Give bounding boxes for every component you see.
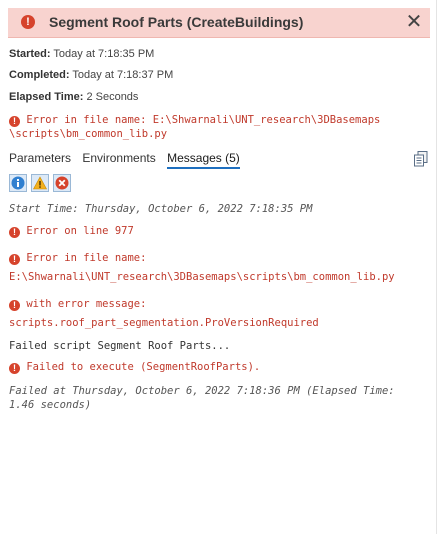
message-failed-execute: ! Failed to execute (SegmentRoofParts). [9, 360, 260, 374]
message-error-detail: ! with error message: scripts.roof_part_… [9, 297, 319, 330]
error-icon: ! [9, 116, 20, 127]
elapsed-value: 2 Seconds [83, 91, 139, 103]
elapsed-label: Elapsed Time: [9, 91, 84, 103]
error-summary-line2: \scripts\bm_common_lib.py [9, 128, 168, 140]
message-error-file: ! Error in file name: E:\Shwarnali\UNT_r… [9, 251, 395, 284]
error-icon: ! [9, 363, 20, 374]
message-text: Failed to execute (SegmentRoofParts). [26, 361, 261, 373]
tab-environments[interactable]: Environments [82, 151, 155, 165]
error-icon: ! [9, 254, 20, 265]
message-text: Failed at Thursday, October 6, 2022 7:18… [9, 385, 395, 397]
message-failed-at: Failed at Thursday, October 6, 2022 7:18… [9, 384, 395, 412]
message-text: Error on line 977 [26, 225, 134, 237]
message-text: with error message: [26, 298, 147, 310]
started-value: Today at 7:18:35 PM [50, 48, 155, 60]
tab-parameters[interactable]: Parameters [9, 151, 71, 165]
message-failed-script: Failed script Segment Roof Parts... [9, 340, 231, 352]
started-row: Started: Today at 7:18:35 PM [9, 48, 154, 60]
info-filter-button[interactable] [9, 174, 27, 192]
completed-value: Today at 7:18:37 PM [69, 69, 174, 81]
message-detail: E:\Shwarnali\UNT_research\3DBasemaps\scr… [9, 271, 395, 283]
panel-border [436, 0, 437, 534]
error-icon: ! [9, 300, 20, 311]
error-icon: ! [21, 15, 35, 29]
elapsed-row: Elapsed Time: 2 Seconds [9, 91, 138, 103]
message-text: Error in file name: [26, 252, 147, 264]
tool-header: ! Segment Roof Parts (CreateBuildings) ✕ [8, 8, 430, 38]
error-summary: ! Error in file name: E:\Shwarnali\UNT_r… [9, 113, 380, 141]
tool-title: Segment Roof Parts (CreateBuildings) [49, 14, 304, 30]
tab-messages[interactable]: Messages (5) [167, 151, 240, 169]
copy-icon[interactable] [414, 151, 428, 167]
tab-bar: Parameters Environments Messages (5) [9, 151, 248, 171]
message-detail: 1.46 seconds) [9, 399, 92, 411]
completed-label: Completed: [9, 69, 70, 81]
message-start-time: Start Time: Thursday, October 6, 2022 7:… [9, 203, 313, 215]
warning-icon [33, 176, 47, 190]
completed-row: Completed: Today at 7:18:37 PM [9, 69, 173, 81]
message-error-line: ! Error on line 977 [9, 224, 134, 238]
info-icon [11, 176, 25, 190]
started-label: Started: [9, 48, 51, 60]
error-summary-line1: Error in file name: E:\Shwarnali\UNT_res… [26, 114, 381, 126]
close-icon[interactable]: ✕ [404, 11, 424, 33]
message-filter-bar [9, 174, 75, 194]
error-filter-button[interactable] [53, 174, 71, 192]
warning-filter-button[interactable] [31, 174, 49, 192]
message-detail: scripts.roof_part_segmentation.ProVersio… [9, 317, 319, 329]
error-icon: ! [9, 227, 20, 238]
error-icon [55, 176, 69, 190]
